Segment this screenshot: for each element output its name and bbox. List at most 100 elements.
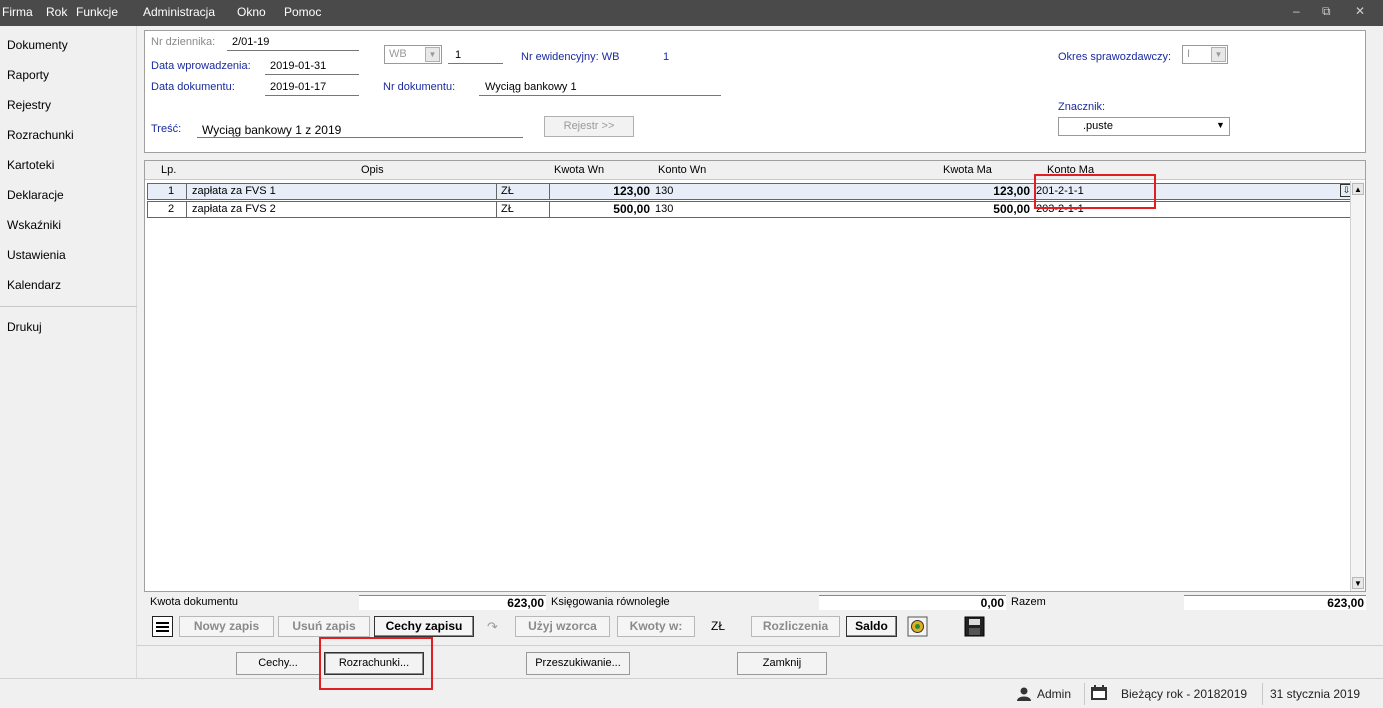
sidebar-item-kartoteki[interactable]: Kartoteki xyxy=(7,158,54,172)
table-row[interactable]: 1 zapłata za FVS 1 ZŁ 123,00 130 123,00 … xyxy=(147,183,1355,200)
current-year[interactable]: Bieżący rok - 20182019 xyxy=(1121,687,1247,701)
sidebar-item-wskazniki[interactable]: Wskaźniki xyxy=(7,218,61,232)
cechy-zapisu-button[interactable]: Cechy zapisu xyxy=(374,616,474,637)
restore-icon[interactable]: ⧉ xyxy=(1322,4,1331,19)
menu-firma[interactable]: Firma xyxy=(2,5,33,19)
grid-header: Lp. Opis Kwota Wn Konto Wn Kwota Ma Kont… xyxy=(145,161,1365,180)
cechy-button[interactable]: Cechy... xyxy=(236,652,320,675)
cell-kwota-ma: 123,00 xyxy=(993,184,1030,198)
razem-value: 623,00 xyxy=(1184,595,1366,610)
sidebar-item-raporty[interactable]: Raporty xyxy=(7,68,49,82)
clipboard-icon[interactable]: ↷ xyxy=(482,616,503,637)
data-wprowadzenia-label: Data wprowadzenia: xyxy=(151,60,251,72)
col-kwota-ma[interactable]: Kwota Ma xyxy=(943,164,992,176)
typ-dokumentu-select[interactable]: WB ▼ xyxy=(384,45,442,64)
sidebar-divider xyxy=(0,306,137,307)
nr-dziennika-underline xyxy=(227,50,359,51)
cell-konto-ma: 201-2-1-1 xyxy=(1036,185,1084,197)
menu-bar: Firma Rok Funkcje Administracja Okno Pom… xyxy=(0,0,1383,26)
kwota-dokumentu-label: Kwota dokumentu xyxy=(150,596,239,608)
okres-select[interactable]: I ▼ xyxy=(1182,45,1228,64)
chevron-down-icon[interactable]: ▼ xyxy=(1211,47,1226,62)
cell-waluta: ZŁ xyxy=(501,185,514,197)
grid-scrollbar[interactable]: ▲ ▼ xyxy=(1350,181,1364,591)
chevron-down-icon[interactable]: ▼ xyxy=(1213,119,1228,134)
calendar-icon xyxy=(1090,685,1108,704)
nr-typ-field[interactable]: 1 xyxy=(455,49,461,61)
sidebar-item-ustawienia[interactable]: Ustawienia xyxy=(7,248,66,262)
nr-dokumentu-field[interactable]: Wyciąg bankowy 1 xyxy=(485,81,577,93)
rozrachunki-button[interactable]: Rozrachunki... xyxy=(324,652,424,675)
sidebar-item-rejestry[interactable]: Rejestry xyxy=(7,98,51,112)
cell-opis: zapłata za FVS 1 xyxy=(192,185,276,197)
cell-konto-wn: 130 xyxy=(655,203,674,215)
tresc-label: Treść: xyxy=(151,123,182,135)
scroll-up-icon[interactable]: ▲ xyxy=(1352,183,1364,195)
status-bar: Admin Bieżący rok - 20182019 31 stycznia… xyxy=(0,678,1383,708)
menu-rok[interactable]: Rok xyxy=(46,5,67,19)
tresc-underline xyxy=(197,137,523,138)
status-divider xyxy=(1084,683,1085,705)
save-icon[interactable] xyxy=(964,616,985,637)
chevron-down-icon[interactable]: ▼ xyxy=(425,47,440,62)
uzyj-wzorca-button[interactable]: Użyj wzorca xyxy=(515,616,610,637)
menu-funkcje[interactable]: Funkcje xyxy=(76,5,118,19)
rozliczenia-button[interactable]: Rozliczenia xyxy=(751,616,840,637)
sidebar-item-dokumenty[interactable]: Dokumenty xyxy=(7,38,68,52)
nr-dziennika-value[interactable]: 2/01-19 xyxy=(232,36,269,48)
sidebar-item-rozrachunki[interactable]: Rozrachunki xyxy=(7,128,74,142)
kwoty-waluta-label: ZŁ xyxy=(711,619,726,633)
list-menu-icon[interactable] xyxy=(152,616,173,637)
cell-konto-ma: 203-2-1-1 xyxy=(1036,203,1084,215)
cell-divider xyxy=(496,184,497,199)
cell-opis: zapłata za FVS 2 xyxy=(192,203,276,215)
user-icon xyxy=(1016,687,1032,704)
table-row[interactable]: 2 zapłata za FVS 2 ZŁ 500,00 130 500,00 … xyxy=(147,201,1355,218)
ksiegowania-value: 0,00 xyxy=(819,595,1006,610)
nr-typ-underline xyxy=(448,63,503,64)
data-dokumentu-field[interactable]: 2019-01-17 xyxy=(270,81,326,93)
cell-konto-wn: 130 xyxy=(655,185,674,197)
ksiegowania-label: Księgowania równoległe xyxy=(551,596,670,608)
gear-icon[interactable] xyxy=(907,616,928,637)
usun-zapis-button[interactable]: Usuń zapis xyxy=(278,616,370,637)
tresc-field[interactable]: Wyciąg bankowy 1 z 2019 xyxy=(202,123,341,137)
col-konto-wn[interactable]: Konto Wn xyxy=(658,164,706,176)
kwoty-w-button[interactable]: Kwoty w: xyxy=(617,616,695,637)
nr-dokumentu-underline xyxy=(479,95,721,96)
data-dokumentu-underline xyxy=(265,95,359,96)
cell-kwota-ma: 500,00 xyxy=(993,202,1030,216)
minimize-icon[interactable]: – xyxy=(1293,4,1300,18)
status-divider xyxy=(1262,683,1263,705)
kwota-dokumentu-value: 623,00 xyxy=(359,595,546,610)
nowy-zapis-button[interactable]: Nowy zapis xyxy=(179,616,274,637)
sidebar-item-deklaracje[interactable]: Deklaracje xyxy=(7,188,64,202)
cell-divider xyxy=(496,202,497,217)
data-wprowadzenia-field[interactable]: 2019-01-31 xyxy=(270,60,326,72)
znacznik-select[interactable]: .puste ▼ xyxy=(1058,117,1230,136)
saldo-button[interactable]: Saldo xyxy=(846,616,897,637)
cell-lp: 2 xyxy=(168,203,175,215)
scroll-down-icon[interactable]: ▼ xyxy=(1352,577,1364,589)
data-wprowadzenia-underline xyxy=(265,74,359,75)
nr-ewidencyjny-value: 1 xyxy=(663,51,670,63)
col-lp[interactable]: Lp. xyxy=(161,164,176,176)
menu-okno[interactable]: Okno xyxy=(237,5,266,19)
col-konto-ma[interactable]: Konto Ma xyxy=(1047,164,1094,176)
przeszukiwanie-button[interactable]: Przeszukiwanie... xyxy=(526,652,630,675)
cell-divider xyxy=(186,184,187,199)
cell-waluta: ZŁ xyxy=(501,203,514,215)
sidebar-item-kalendarz[interactable]: Kalendarz xyxy=(7,278,61,292)
close-icon[interactable]: ✕ xyxy=(1355,4,1365,18)
col-kwota-wn[interactable]: Kwota Wn xyxy=(554,164,604,176)
cell-divider xyxy=(186,202,187,217)
menu-administracja[interactable]: Administracja xyxy=(143,5,215,19)
current-date: 31 stycznia 2019 xyxy=(1270,687,1361,701)
col-opis[interactable]: Opis xyxy=(361,164,384,176)
rejestr-button[interactable]: Rejestr >> xyxy=(544,116,634,137)
zamknij-button[interactable]: Zamknij xyxy=(737,652,827,675)
menu-pomoc[interactable]: Pomoc xyxy=(284,5,321,19)
cell-kwota-wn: 123,00 xyxy=(613,184,650,198)
sidebar-item-drukuj[interactable]: Drukuj xyxy=(7,320,42,334)
okres-label: Okres sprawozdawczy: xyxy=(1058,51,1172,63)
